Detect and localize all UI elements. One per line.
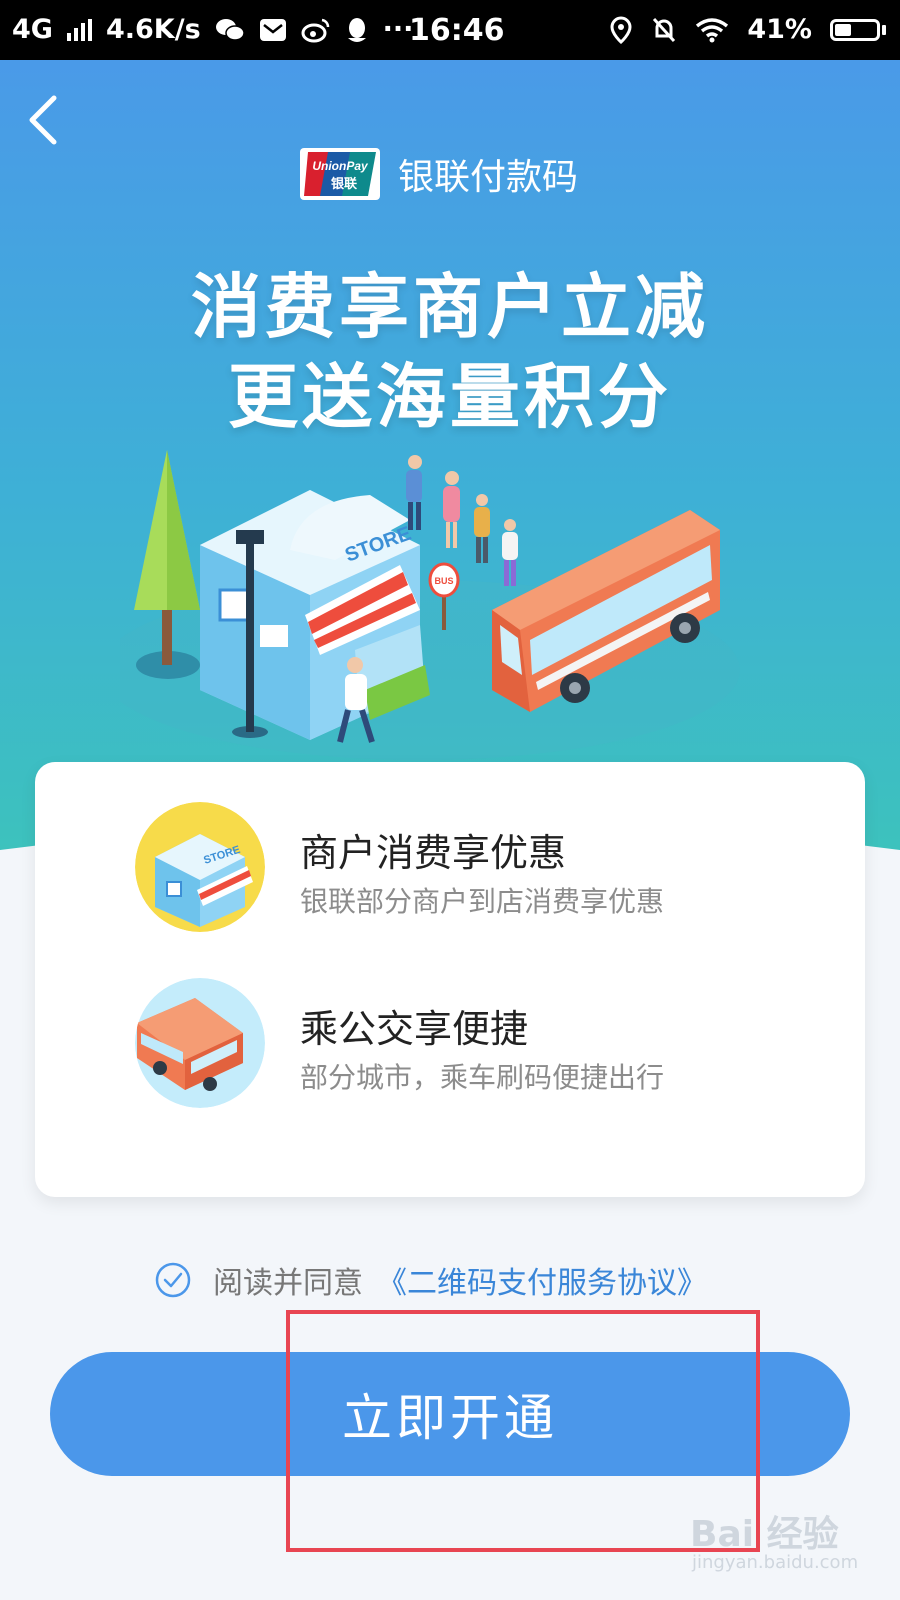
feature-subtitle: 银联部分商户到店消费享优惠 <box>300 885 665 918</box>
wifi-icon <box>696 17 729 42</box>
headline-line-1: 消费享商户立减 <box>191 266 709 348</box>
promo-headline: 消费享商户立减 更送海量积分 <box>0 262 900 442</box>
battery-icon <box>830 18 886 41</box>
store-icon: STORE <box>135 802 265 932</box>
weibo-icon <box>301 18 329 42</box>
network-type: 4G <box>12 14 53 45</box>
bus-icon <box>135 978 265 1108</box>
network-speed: 4.6K/s <box>105 14 201 45</box>
mail-icon <box>259 18 286 41</box>
qq-icon <box>347 17 366 42</box>
agreement-row: 阅读并同意 《二维码支付服务协议》 <box>155 1258 707 1302</box>
clock: 16:46 <box>409 13 505 48</box>
wechat-icon <box>215 18 245 41</box>
store-illustration: STORE <box>200 490 430 740</box>
brand-header: UnionPay 银联 银联付款码 <box>300 148 578 200</box>
signal-icon <box>66 18 92 41</box>
agreement-checkbox-icon[interactable] <box>155 1262 191 1298</box>
feature-subtitle: 部分城市，乘车刷码便捷出行 <box>300 1061 665 1094</box>
mute-icon <box>653 17 676 42</box>
feature-bus: 乘公交享便捷 部分城市，乘车刷码便捷出行 <box>135 978 755 1118</box>
back-icon[interactable] <box>18 90 78 150</box>
location-icon <box>610 15 632 44</box>
watermark-url: jingyan.baidu.com <box>692 1552 859 1573</box>
battery-percent: 41% <box>747 14 812 45</box>
features-card: STORE 商户消费享优惠 银联部分商户到店消费享优惠 乘公交享便捷 部分城市，… <box>35 762 865 1197</box>
feature-title: 商户消费享优惠 <box>300 831 567 875</box>
agreement-link[interactable]: 《二维码支付服务协议》 <box>377 1258 707 1302</box>
agreement-text: 阅读并同意 <box>213 1266 363 1301</box>
hero-illustration: STORE BUS <box>120 450 740 760</box>
logo-text-yinlian: 银联 <box>331 176 357 192</box>
unionpay-logo: UnionPay 银联 <box>300 148 380 200</box>
highlight-frame <box>286 1310 760 1552</box>
watermark-logo: Bai 经验 <box>690 1514 839 1555</box>
logo-text-unionpay: UnionPay <box>312 159 369 173</box>
feature-title: 乘公交享便捷 <box>300 1007 529 1051</box>
feature-merchant: STORE 商户消费享优惠 银联部分商户到店消费享优惠 <box>135 802 755 942</box>
brand-name: 银联付款码 <box>398 157 579 198</box>
status-bar: 4G 4.6K/s ··· 16:46 41% <box>0 0 900 60</box>
headline-line-2: 更送海量积分 <box>228 356 672 438</box>
bus-stop-text: BUS <box>434 576 453 586</box>
